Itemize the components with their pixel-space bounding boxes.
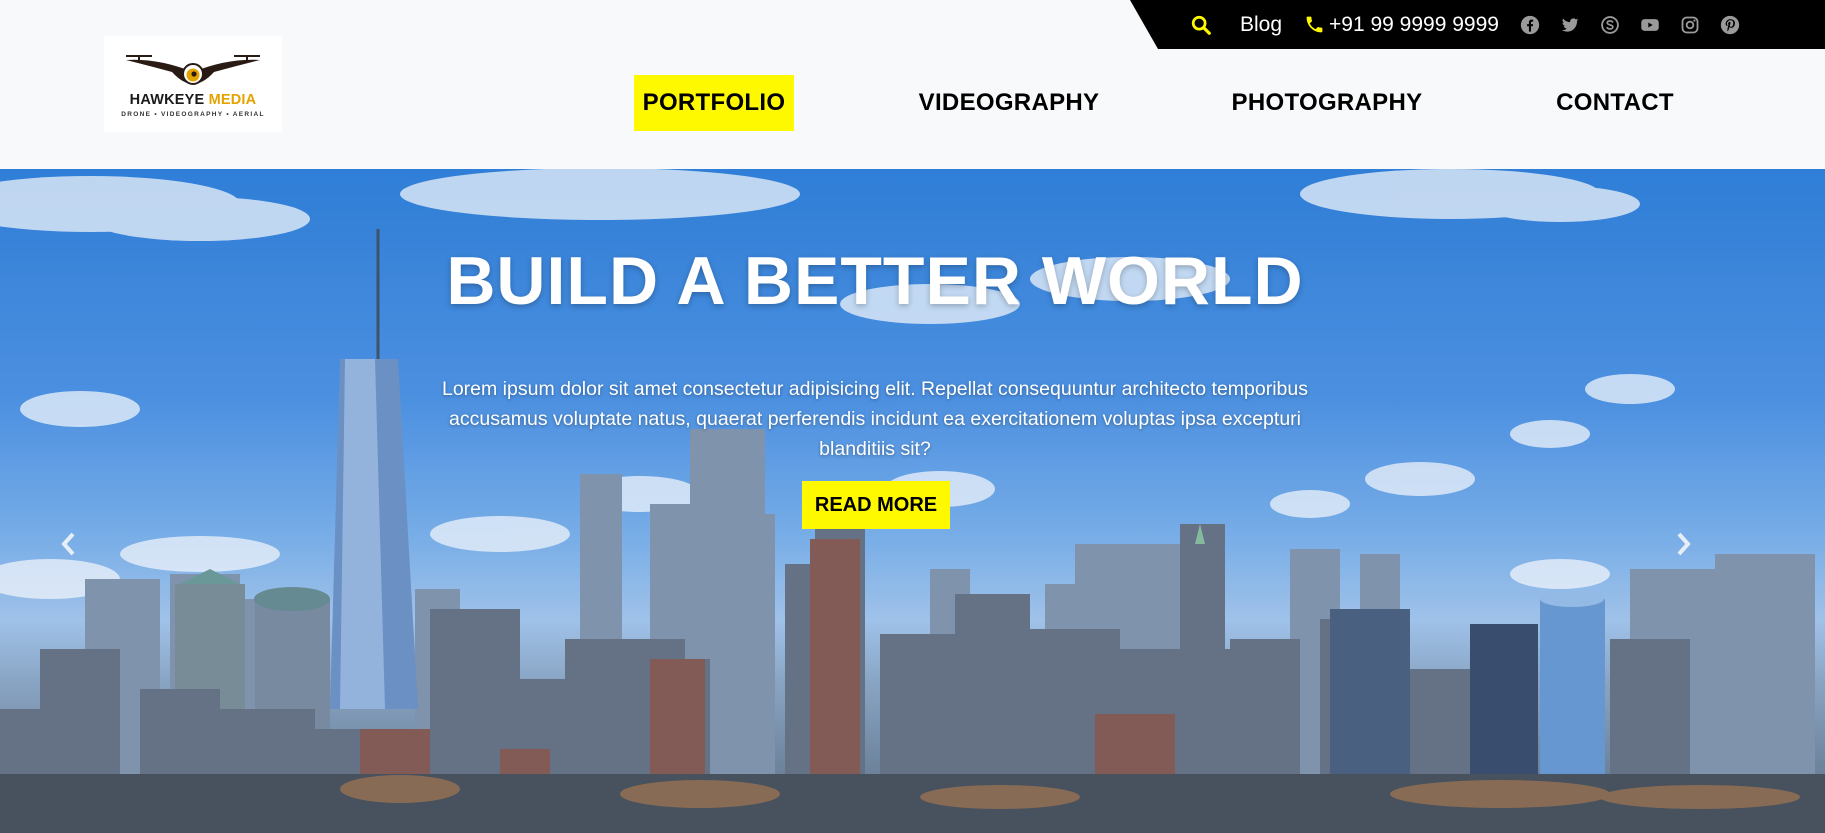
hero-carousel: BUILD A BETTER WORLD Lorem ipsum dolor s… — [0, 169, 1825, 833]
read-more-button[interactable]: READ MORE — [802, 481, 950, 529]
pinterest-icon[interactable] — [1719, 14, 1741, 36]
search-icon[interactable] — [1190, 14, 1212, 36]
brand-logo[interactable]: HAWKEYE MEDIA DRONE • VIDEOGRAPHY • AERI… — [104, 36, 282, 132]
site-header: HAWKEYE MEDIA DRONE • VIDEOGRAPHY • AERI… — [0, 0, 1825, 169]
nav-item-portfolio[interactable]: PORTFOLIO — [634, 75, 794, 131]
brand-name-part1: HAWKEYE — [129, 92, 205, 108]
nav-item-videography[interactable]: VIDEOGRAPHY — [905, 75, 1113, 131]
phone-link[interactable]: +91 99 9999 9999 — [1304, 13, 1499, 37]
twitter-icon[interactable] — [1559, 14, 1581, 36]
blog-link[interactable]: Blog — [1240, 13, 1282, 37]
brand-name-part2: MEDIA — [208, 92, 257, 108]
chevron-right-icon[interactable] — [1668, 529, 1698, 559]
hawkeye-logo-mark — [126, 55, 260, 85]
youtube-icon[interactable] — [1639, 14, 1661, 36]
skype-icon[interactable] — [1599, 14, 1621, 36]
social-links — [1519, 14, 1759, 36]
top-bar-content: Blog +91 99 9999 9999 — [1160, 0, 1759, 49]
hero-slide: BUILD A BETTER WORLD Lorem ipsum dolor s… — [0, 169, 1825, 833]
phone-number: +91 99 9999 9999 — [1329, 12, 1499, 36]
instagram-icon[interactable] — [1679, 14, 1701, 36]
nav-item-photography[interactable]: PHOTOGRAPHY — [1223, 75, 1431, 131]
chevron-left-icon[interactable] — [54, 529, 84, 559]
brand-name: HAWKEYE MEDIA — [130, 92, 257, 108]
top-bar: Blog +91 99 9999 9999 — [1130, 0, 1825, 49]
brand-tagline: DRONE • VIDEOGRAPHY • AERIAL — [121, 111, 265, 118]
hero-title: BUILD A BETTER WORLD — [446, 243, 1304, 319]
hero-description: Lorem ipsum dolor sit amet consectetur a… — [441, 378, 1309, 460]
facebook-icon[interactable] — [1519, 14, 1541, 36]
nav-item-contact[interactable]: CONTACT — [1541, 75, 1689, 131]
phone-icon — [1306, 16, 1323, 33]
